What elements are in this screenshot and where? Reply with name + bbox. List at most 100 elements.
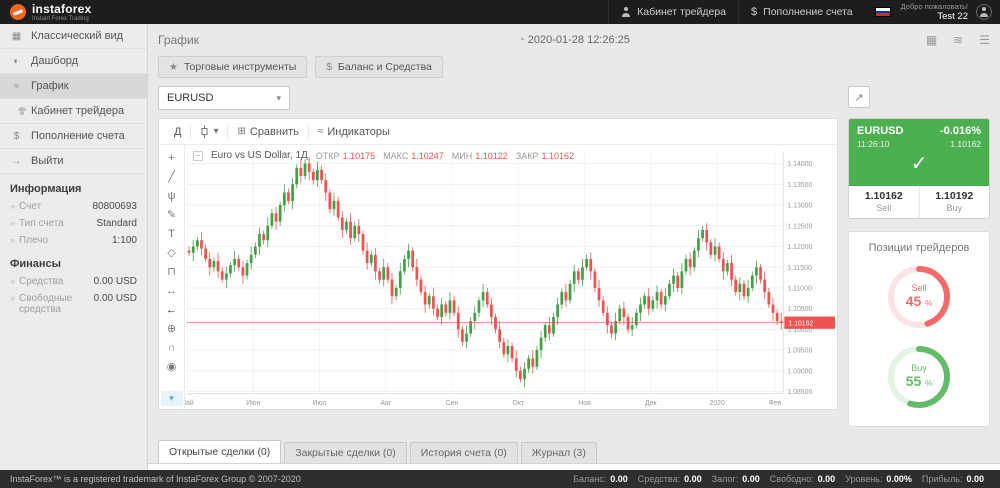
chart-type-button[interactable]: ▾	[191, 123, 227, 140]
logo-text: instaforex	[32, 3, 91, 15]
footer: InstaForex™ is a registered trademark of…	[0, 470, 1000, 488]
pattern-tool-icon[interactable]: ◇	[161, 243, 183, 262]
right-panel: ↗ EURUSD -0.016% 11:26:10 1.10162 ✓	[848, 86, 990, 463]
chart-icon: ≈	[10, 81, 23, 92]
exit-icon: →	[10, 156, 23, 167]
pitchfork-tool-icon[interactable]: ψ	[161, 186, 183, 205]
star-icon: ★	[169, 62, 178, 73]
footer-stats: Баланс:0.00 Средства:0.00 Залог:0.00 Сво…	[573, 474, 990, 484]
measure-tool-icon[interactable]: ↔	[161, 281, 183, 300]
magnet-tool-icon[interactable]: ∩	[161, 338, 183, 357]
candlestick-chart[interactable]: МайИюнИюлАвгСенОктНояДек2020Фев1.140001.…	[185, 145, 837, 409]
topbar-deposit-link[interactable]: $ Пополнение счета	[738, 0, 865, 24]
instaforex-logo[interactable]: instaforex Instant Forex Trading	[8, 3, 91, 22]
calendar-icon[interactable]: ▦	[926, 33, 937, 47]
logo-subtitle: Instant Forex Trading	[32, 16, 91, 22]
sell-button[interactable]: 1.10162 Sell	[849, 186, 919, 218]
info-row-leverage: »Плечо 1:100	[0, 232, 147, 249]
ohlc-high: МАКС1.10247	[383, 151, 444, 161]
svg-text:1.11000: 1.11000	[787, 285, 812, 292]
sell-price: 1.10162	[849, 190, 919, 202]
balance-funds-button[interactable]: $ Баланс и Средства	[315, 56, 443, 78]
buy-positions-donut: Buy 55 %	[886, 344, 952, 410]
chevrons-icon: »	[10, 293, 15, 315]
svg-text:Июн: Июн	[246, 400, 260, 407]
zoom-in-tool-icon[interactable]: ⊕	[161, 319, 183, 338]
chart-title: Euro vs US Dollar, 1Д	[211, 150, 308, 161]
sell-label: Sell	[849, 203, 919, 213]
tab-journal[interactable]: Журнал (3)	[521, 442, 597, 463]
interval-label: Д	[174, 126, 181, 138]
finance-row-free-funds: »Свободные средства 0.00 USD	[0, 290, 147, 318]
trading-instruments-button[interactable]: ★ Торговые инструменты	[158, 56, 307, 78]
position-tool-icon[interactable]: ⊓	[161, 262, 183, 281]
interval-button[interactable]: Д	[165, 124, 190, 140]
sidebar-item-logout[interactable]: → Выйти	[0, 149, 147, 174]
language-flag-ru[interactable]	[875, 7, 891, 17]
sidebar-item-label: Выйти	[31, 155, 64, 167]
trading-instruments-label: Торговые инструменты	[184, 61, 296, 73]
buy-button[interactable]: 1.10192 Buy	[919, 186, 990, 218]
tab-closed-trades[interactable]: Закрытые сделки (0)	[284, 442, 406, 463]
eye-tool-icon[interactable]: ◉	[161, 357, 183, 376]
chevron-down-icon: ▾	[276, 93, 281, 104]
tab-open-trades[interactable]: Открытые сделки (0)	[158, 440, 281, 463]
svg-text:1.13500: 1.13500	[787, 182, 812, 189]
chevrons-icon: »	[10, 218, 15, 229]
sidebar-item-classic-view[interactable]: ▦ Классический вид	[0, 24, 147, 49]
dollar-icon: $	[10, 131, 23, 142]
indicators-button[interactable]: ≈ Индикаторы	[309, 124, 399, 140]
topbar: instaforex Instant Forex Trading Кабинет…	[0, 0, 1000, 24]
symbol-select-value: EURUSD	[167, 92, 213, 104]
topbar-cabinet-label: Кабинет трейдера	[637, 6, 726, 18]
sidebar-item-label: Дашборд	[31, 55, 78, 67]
ohlc-low: МИН1.10122	[452, 151, 508, 161]
main-area: График ◔2020-01-28 12:26:25 ▦ ≋ ☰ ★ Торг…	[148, 24, 1000, 470]
sidebar-item-deposit[interactable]: $ Пополнение счета	[0, 124, 147, 149]
logo-icon	[10, 4, 26, 20]
buy-price: 1.10192	[920, 190, 990, 202]
account-number: 80800693	[93, 201, 138, 212]
crosshair-tool-icon[interactable]: +	[161, 148, 183, 167]
svg-text:Ноя: Ноя	[578, 400, 591, 407]
trend-line-tool-icon[interactable]: ╱	[161, 167, 183, 186]
funds-value: 0.00 USD	[94, 276, 137, 287]
copyright-text: InstaForex™ is a registered trademark of…	[10, 474, 301, 484]
sidebar-item-trader-cabinet[interactable]: Кабинет трейдера	[0, 99, 147, 124]
ohlc-close: ЗАКР1.10162	[516, 151, 574, 161]
chart-toolbar: Д ▾ ⊞	[159, 119, 837, 145]
drawing-toolbar: + ╱ ψ ✎ T ◇ ⊓ ↔ ← ⊕ ∩ ◉	[159, 145, 185, 409]
svg-text:Май: Май	[185, 399, 194, 407]
svg-text:1.14000: 1.14000	[787, 161, 812, 168]
chevrons-icon: »	[10, 276, 15, 287]
quote-card: EURUSD -0.016% 11:26:10 1.10162 ✓ 1.	[848, 118, 990, 219]
arrow-tool-icon[interactable]: ←	[161, 300, 183, 319]
rss-icon[interactable]: ≋	[953, 33, 963, 47]
avatar[interactable]	[976, 4, 992, 20]
toolbar-collapse-chevron[interactable]: ▾	[161, 391, 183, 406]
welcome-text: Добро пожаловать! Test 22	[901, 2, 968, 22]
sidebar-item-chart[interactable]: ≈ График	[0, 74, 147, 99]
finance-row-funds: »Средства 0.00 USD	[0, 273, 147, 290]
quote-price: 1.10162	[950, 139, 981, 149]
symbol-select[interactable]: EURUSD ▾	[158, 86, 290, 110]
expand-chart-button[interactable]: ↗	[848, 86, 870, 108]
clock-icon: ◔	[518, 34, 525, 46]
legend-collapse-icon[interactable]: −	[193, 151, 203, 161]
menu-icon[interactable]: ☰	[979, 33, 990, 47]
quote-card-top: EURUSD -0.016% 11:26:10 1.10162 ✓	[849, 119, 989, 186]
grid-icon: ▦	[10, 31, 23, 42]
chart-area[interactable]: МайИюнИюлАвгСенОктНояДек2020Фев1.140001.…	[185, 145, 837, 409]
brush-tool-icon[interactable]: ✎	[161, 205, 183, 224]
server-datetime: ◔2020-01-28 12:26:25	[158, 34, 990, 46]
tab-account-history[interactable]: История счета (0)	[410, 442, 518, 463]
svg-text:Июл: Июл	[312, 400, 326, 407]
sidebar-item-dashboard[interactable]: ◐ Дашборд	[0, 49, 147, 74]
traders-positions-panel: Позиции трейдеров Sell 45 %	[848, 231, 990, 427]
user-icon	[621, 7, 631, 17]
svg-text:1.12500: 1.12500	[787, 223, 812, 230]
svg-text:1.08500: 1.08500	[787, 389, 812, 396]
compare-button[interactable]: ⊞ Сравнить	[228, 124, 307, 140]
topbar-cabinet-link[interactable]: Кабинет трейдера	[608, 0, 738, 24]
text-tool-icon[interactable]: T	[161, 224, 183, 243]
